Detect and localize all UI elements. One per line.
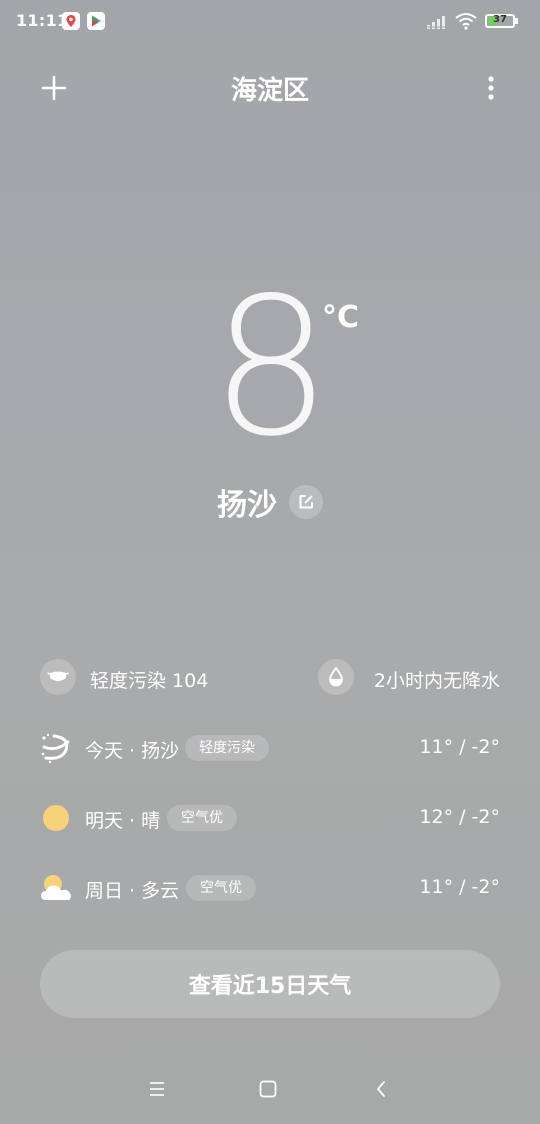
battery-icon: 37 [485, 14, 515, 28]
condition-text: 扬沙 [217, 488, 277, 523]
forecast-row-sunday[interactable]: 周日 · 多云 空气优 11° / -2° [40, 868, 500, 908]
signal-icon [427, 14, 449, 29]
play-store-icon [87, 12, 105, 30]
air-quality-badge: 轻度污染 [185, 735, 269, 761]
home-icon [259, 1080, 277, 1098]
home-nav-button[interactable] [259, 1080, 277, 1098]
back-nav-button[interactable] [374, 1079, 388, 1099]
menu-nav-button[interactable] [148, 1081, 166, 1097]
back-icon [377, 1081, 385, 1097]
more-options-button[interactable] [478, 72, 504, 104]
more-vertical-icon [488, 76, 494, 100]
status-bar: 11:11 37 [0, 0, 540, 44]
view-15-day-forecast-button[interactable]: 查看近15日天气 [40, 950, 500, 1018]
air-quality-text[interactable]: 轻度污染 104 [90, 666, 208, 693]
info-row: 轻度污染 104 2小时内无降水 [40, 658, 500, 696]
temperature-value: 8 [210, 257, 332, 478]
map-pin-app-icon [62, 12, 80, 30]
partly-cloudy-icon [40, 872, 74, 904]
status-time: 11:11 [16, 11, 69, 30]
raindrop-icon [318, 659, 354, 695]
current-temperature: 8 °C [0, 268, 540, 468]
sun-icon [40, 802, 74, 834]
forecast-temp-range: 11° / -2° [419, 876, 500, 898]
forecast-label: 周日 · 多云 [85, 880, 180, 902]
forecast-row-today[interactable]: 今天 · 扬沙 轻度污染 11° / -2° [40, 728, 500, 768]
edit-icon [299, 495, 313, 509]
menu-icon [150, 1082, 164, 1096]
forecast-row-tomorrow[interactable]: 明天 · 晴 空气优 12° / -2° [40, 798, 500, 838]
forecast-label: 今天 · 扬沙 [85, 740, 180, 762]
wifi-icon [455, 12, 477, 30]
current-condition: 扬沙 [0, 480, 540, 524]
forecast-temp-range: 11° / -2° [419, 736, 500, 758]
forecast-label: 明天 · 晴 [85, 810, 161, 832]
temperature-unit: °C [322, 300, 360, 335]
air-quality-badge: 空气优 [186, 875, 256, 901]
precipitation-text[interactable]: 2小时内无降水 [374, 666, 500, 693]
battery-tip [515, 18, 518, 24]
location-title[interactable]: 海淀区 [0, 70, 540, 107]
forecast-temp-range: 12° / -2° [419, 806, 500, 828]
battery-level: 37 [493, 14, 507, 25]
mask-icon [40, 659, 76, 695]
sandstorm-icon [40, 732, 74, 764]
edit-condition-button[interactable] [289, 485, 323, 519]
air-quality-badge: 空气优 [167, 805, 237, 831]
